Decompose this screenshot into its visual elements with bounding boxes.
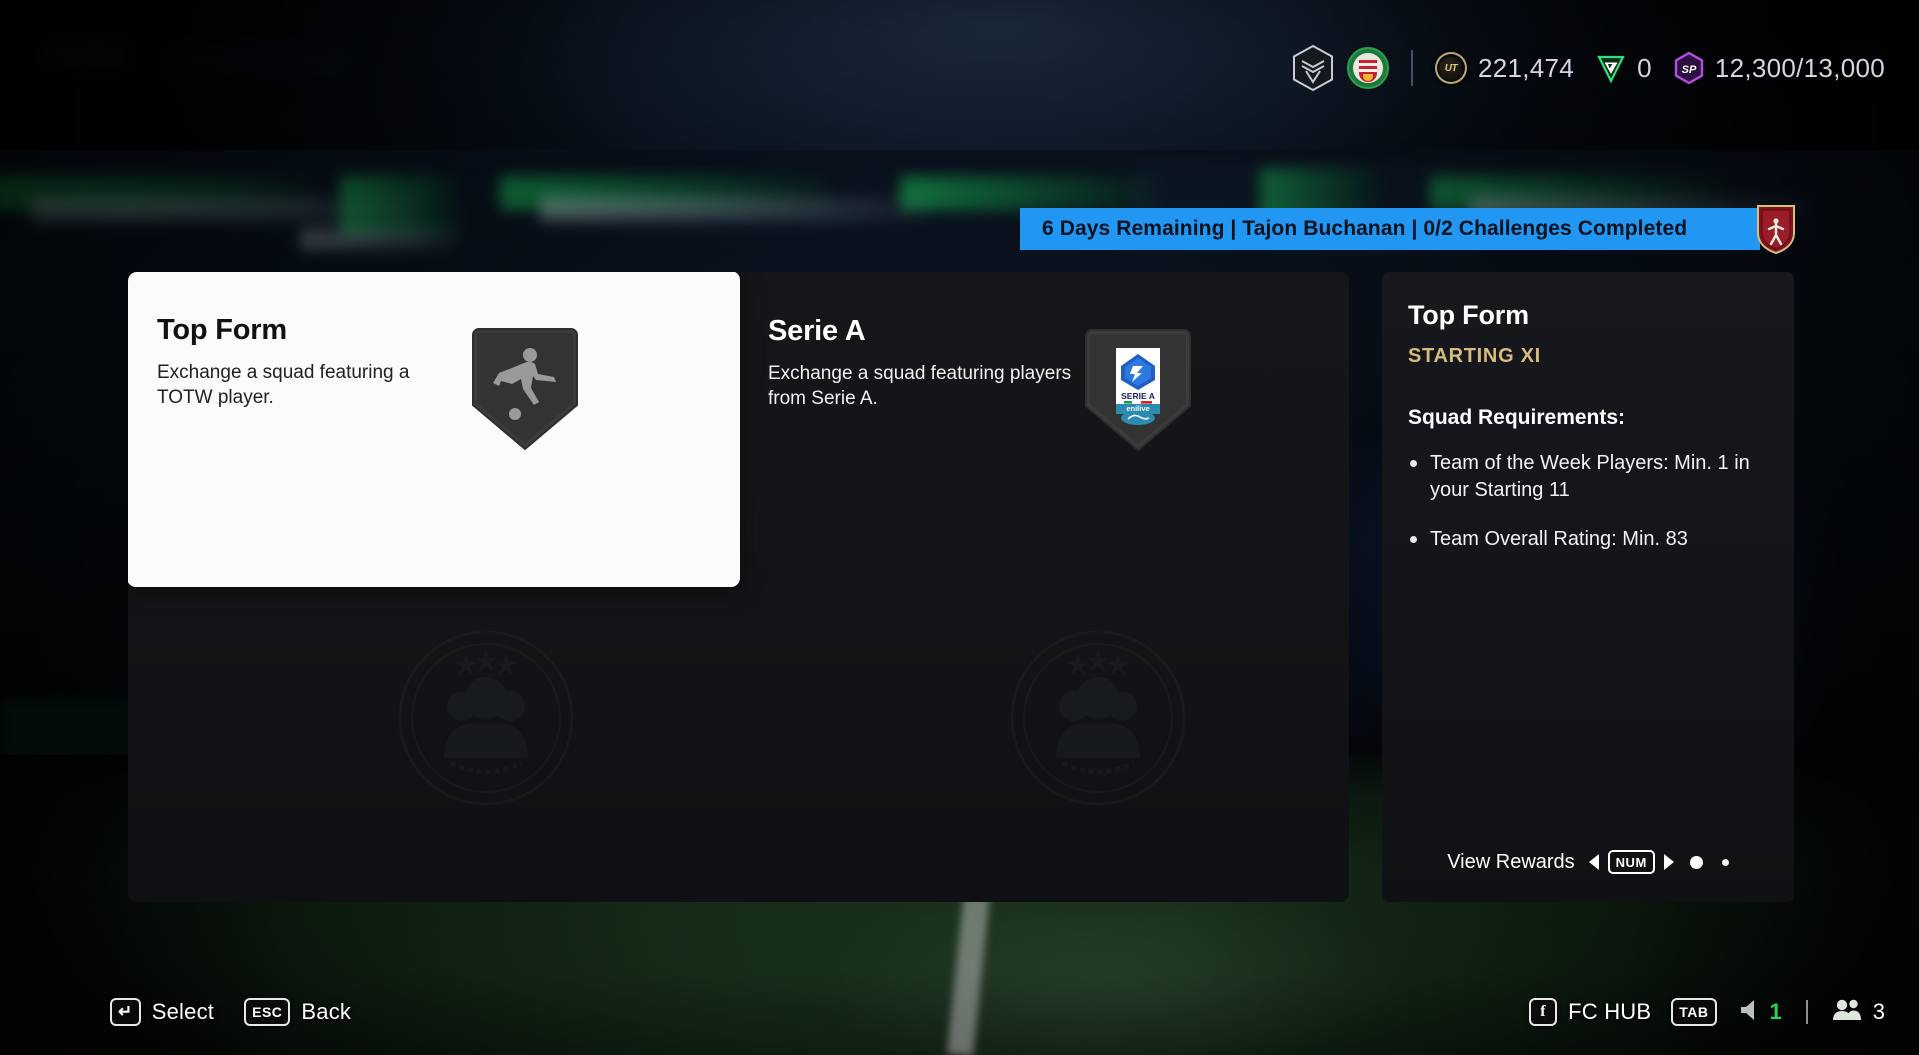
season-points-icon: SP <box>1674 51 1704 85</box>
num-key-hint[interactable]: NUM <box>1607 850 1655 874</box>
currency-fc-points: 0 <box>1596 53 1652 84</box>
bottombar-divider <box>1805 1000 1808 1024</box>
players-online-indicator[interactable]: 3 <box>1832 998 1885 1027</box>
hexagon-club-crest-icon[interactable] <box>1291 44 1335 92</box>
view-rewards-footer[interactable]: View Rewards NUM <box>1382 850 1794 874</box>
led-board <box>900 176 1160 210</box>
players-online-value: 3 <box>1872 999 1885 1024</box>
sbc-detail-panel: Top Form STARTING XI Squad Requirements:… <box>1382 272 1794 902</box>
svg-text:SP: SP <box>1681 64 1696 76</box>
led-board <box>340 176 460 236</box>
sbc-detail-content: Top Form STARTING XI Squad Requirements:… <box>1382 272 1794 553</box>
fc-points-icon <box>1596 53 1626 84</box>
detail-title: Top Form <box>1408 300 1529 330</box>
chevron-right-icon[interactable] <box>1663 854 1674 870</box>
serie-a-enilive-shield-icon: SERIE A enilive <box>1080 324 1196 456</box>
action-select-label: Select <box>151 999 215 1024</box>
squad-requirements-heading: Squad Requirements: <box>1408 406 1626 429</box>
esc-key-icon[interactable]: ESC <box>244 998 291 1026</box>
enter-key-icon[interactable]: ↵ <box>110 998 141 1026</box>
action-fc-hub[interactable]: f FC HUB <box>1529 998 1651 1026</box>
ut-coins-label: UT <box>1439 56 1463 80</box>
background-blur-element <box>170 52 350 66</box>
page-dot-active[interactable] <box>1689 855 1703 869</box>
crest-watermark <box>1008 628 1188 813</box>
bottom-action-bar: ↵ Select ESC Back f FC HUB TAB 1 3 <box>0 969 1919 1055</box>
action-back[interactable]: ESC Back <box>244 998 351 1026</box>
sbc-tile-text: Serie A Exchange a squad featuring playe… <box>740 272 1080 411</box>
top-status-bar: UT 221,474 0 SP 12,300/13,000 <box>1291 40 1885 96</box>
sbc-tile-text: Top Form Exchange a squad featuring a TO… <box>128 272 467 410</box>
view-rewards-label: View Rewards <box>1447 850 1575 873</box>
currency-season-points: SP 12,300/13,000 <box>1674 51 1885 85</box>
volume-value: 1 <box>1769 999 1782 1024</box>
currency-coins: UT 221,474 <box>1435 52 1574 84</box>
chevron-left-icon[interactable] <box>1588 854 1599 870</box>
sbc-tiles-panel: Top Form Exchange a squad featuring a TO… <box>128 272 1349 902</box>
volume-indicator[interactable]: 1 <box>1737 997 1782 1028</box>
background-blur-element <box>38 40 124 66</box>
requirement-item: Team Overall Rating: Min. 83 <box>1408 526 1768 553</box>
sbc-tile-serie-a[interactable]: Serie A Exchange a squad featuring playe… <box>740 272 1349 587</box>
page-dot[interactable] <box>1721 858 1729 866</box>
action-fc-hub-label: FC HUB <box>1568 999 1652 1024</box>
sbc-tile-description: Exchange a squad featuring players from … <box>768 362 1072 410</box>
crest-watermark <box>396 628 576 813</box>
hungary-flag-crest-icon[interactable] <box>1346 47 1389 89</box>
sbc-tile-top-form[interactable]: Top Form Exchange a squad featuring a TO… <box>128 272 740 587</box>
season-points-value: 12,300/13,000 <box>1714 52 1885 83</box>
fc-points-value: 0 <box>1637 52 1652 83</box>
facebook-key-icon[interactable]: f <box>1529 998 1558 1026</box>
bottom-right-actions: f FC HUB TAB 1 3 <box>1529 997 1885 1028</box>
action-tab[interactable]: TAB <box>1671 998 1717 1026</box>
challenge-banner-text: 6 Days Remaining | Tajon Buchanan | 0/2 … <box>1042 217 1688 240</box>
svg-text:SERIE A: SERIE A <box>1121 391 1155 401</box>
sbc-tile-title: Serie A <box>768 315 866 347</box>
detail-subtitle: STARTING XI <box>1408 345 1541 367</box>
people-icon <box>1832 998 1862 1027</box>
club-america-crest-icon <box>1754 203 1798 255</box>
bottom-left-actions: ↵ Select ESC Back <box>110 998 351 1026</box>
led-board <box>540 196 930 222</box>
coins-value: 221,474 <box>1477 52 1575 83</box>
action-select[interactable]: ↵ Select <box>110 998 214 1026</box>
action-back-label: Back <box>301 999 352 1024</box>
totw-player-shield-icon <box>467 323 583 455</box>
ut-coins-icon: UT <box>1435 52 1467 84</box>
topbar-divider <box>1410 50 1413 86</box>
challenge-banner-bar[interactable]: 6 Days Remaining | Tajon Buchanan | 0/2 … <box>1020 208 1760 250</box>
sbc-tile-description: Exchange a squad featuring a TOTW player… <box>157 361 410 409</box>
sbc-tile-title: Top Form <box>157 314 287 346</box>
squad-requirements-list: Team of the Week Players: Min. 1 in your… <box>1408 450 1768 553</box>
led-board <box>300 228 460 250</box>
sbc-tile-badge <box>467 323 583 455</box>
sbc-tile-badge: SERIE A enilive <box>1080 324 1196 456</box>
challenge-banner[interactable]: 6 Days Remaining | Tajon Buchanan | 0/2 … <box>1020 205 1798 255</box>
requirement-item: Team of the Week Players: Min. 1 in your… <box>1408 450 1768 504</box>
volume-icon <box>1737 997 1763 1028</box>
tab-key-icon[interactable]: TAB <box>1671 998 1717 1026</box>
